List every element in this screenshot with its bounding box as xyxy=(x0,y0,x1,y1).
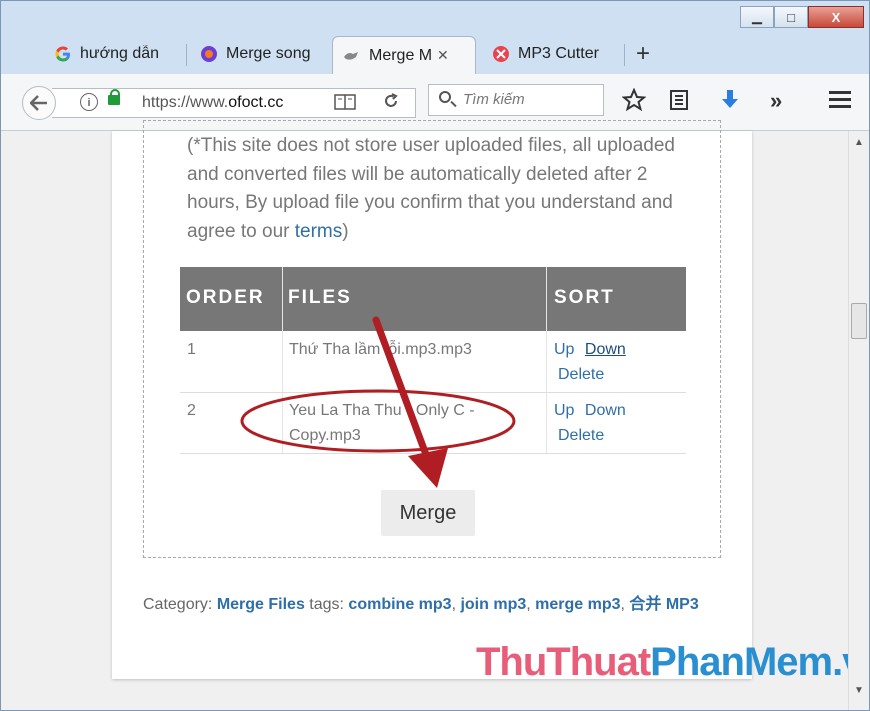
vertical-scrollbar[interactable]: ▲ ▼ xyxy=(848,131,870,711)
watermark-part: ThuThuat xyxy=(476,640,651,684)
scroll-up-icon[interactable]: ▲ xyxy=(854,137,864,148)
scrollbar-thumb[interactable] xyxy=(851,303,867,339)
category-label: Category: xyxy=(143,596,217,613)
highlight-ellipse xyxy=(240,389,516,453)
watermark: ThuThuatPhanMem.vn xyxy=(476,640,870,685)
tags-label: tags: xyxy=(304,596,349,613)
tag-link[interactable]: join mp3 xyxy=(460,596,526,613)
tag-link[interactable]: combine mp3 xyxy=(348,596,451,613)
category-tags: Category: Merge Files tags: combine mp3,… xyxy=(143,596,699,613)
arrowhead-icon xyxy=(408,448,448,488)
tag-link[interactable]: merge mp3 xyxy=(535,596,620,613)
category-link[interactable]: Merge Files xyxy=(217,596,305,613)
scroll-down-icon[interactable]: ▼ xyxy=(854,685,864,696)
tag-link[interactable]: 合并 MP3 xyxy=(629,596,698,613)
watermark-part: PhanMem xyxy=(650,640,833,684)
